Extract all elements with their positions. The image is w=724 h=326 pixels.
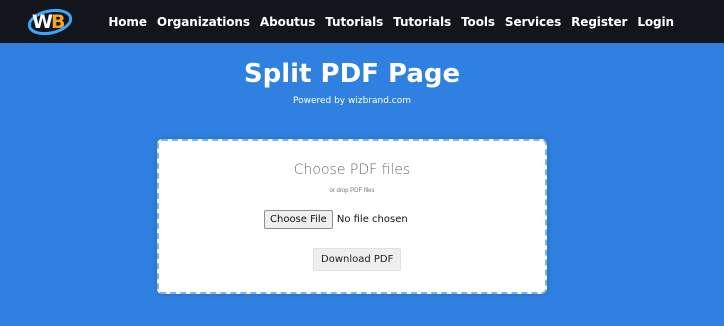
file-status: No file chosen (336, 214, 408, 225)
choose-file-button[interactable]: Choose File (264, 210, 333, 229)
nav-services[interactable]: Services (505, 15, 561, 29)
main-nav: Home Organizations Aboutus Tutorials Tut… (108, 0, 674, 43)
nav-organizations[interactable]: Organizations (157, 15, 250, 29)
page-subtitle: Powered by wizbrand.com (292, 96, 412, 106)
wb-logo-icon[interactable]: W B (26, 4, 74, 38)
svg-text:B: B (51, 11, 65, 33)
nav-tutorials[interactable]: Tutorials (325, 15, 383, 29)
top-navbar: W B Home Organizations Aboutus Tutorials… (0, 0, 724, 43)
upload-title: Choose PDF files (293, 162, 411, 178)
nav-aboutus[interactable]: Aboutus (260, 15, 315, 29)
nav-tutorials-2[interactable]: Tutorials (393, 15, 451, 29)
nav-home[interactable]: Home (108, 15, 147, 29)
page-title: Split PDF Page (243, 59, 461, 89)
upload-dropzone[interactable]: Choose PDF files or drop PDF files Choos… (157, 139, 547, 294)
download-pdf-button[interactable]: Download PDF (313, 248, 402, 271)
nav-tools[interactable]: Tools (461, 15, 495, 29)
drop-hint: or drop PDF files (329, 188, 375, 194)
nav-register[interactable]: Register (571, 15, 627, 29)
svg-text:W: W (32, 11, 53, 33)
nav-login[interactable]: Login (637, 15, 674, 29)
file-input: Choose File No file chosen (264, 210, 408, 229)
